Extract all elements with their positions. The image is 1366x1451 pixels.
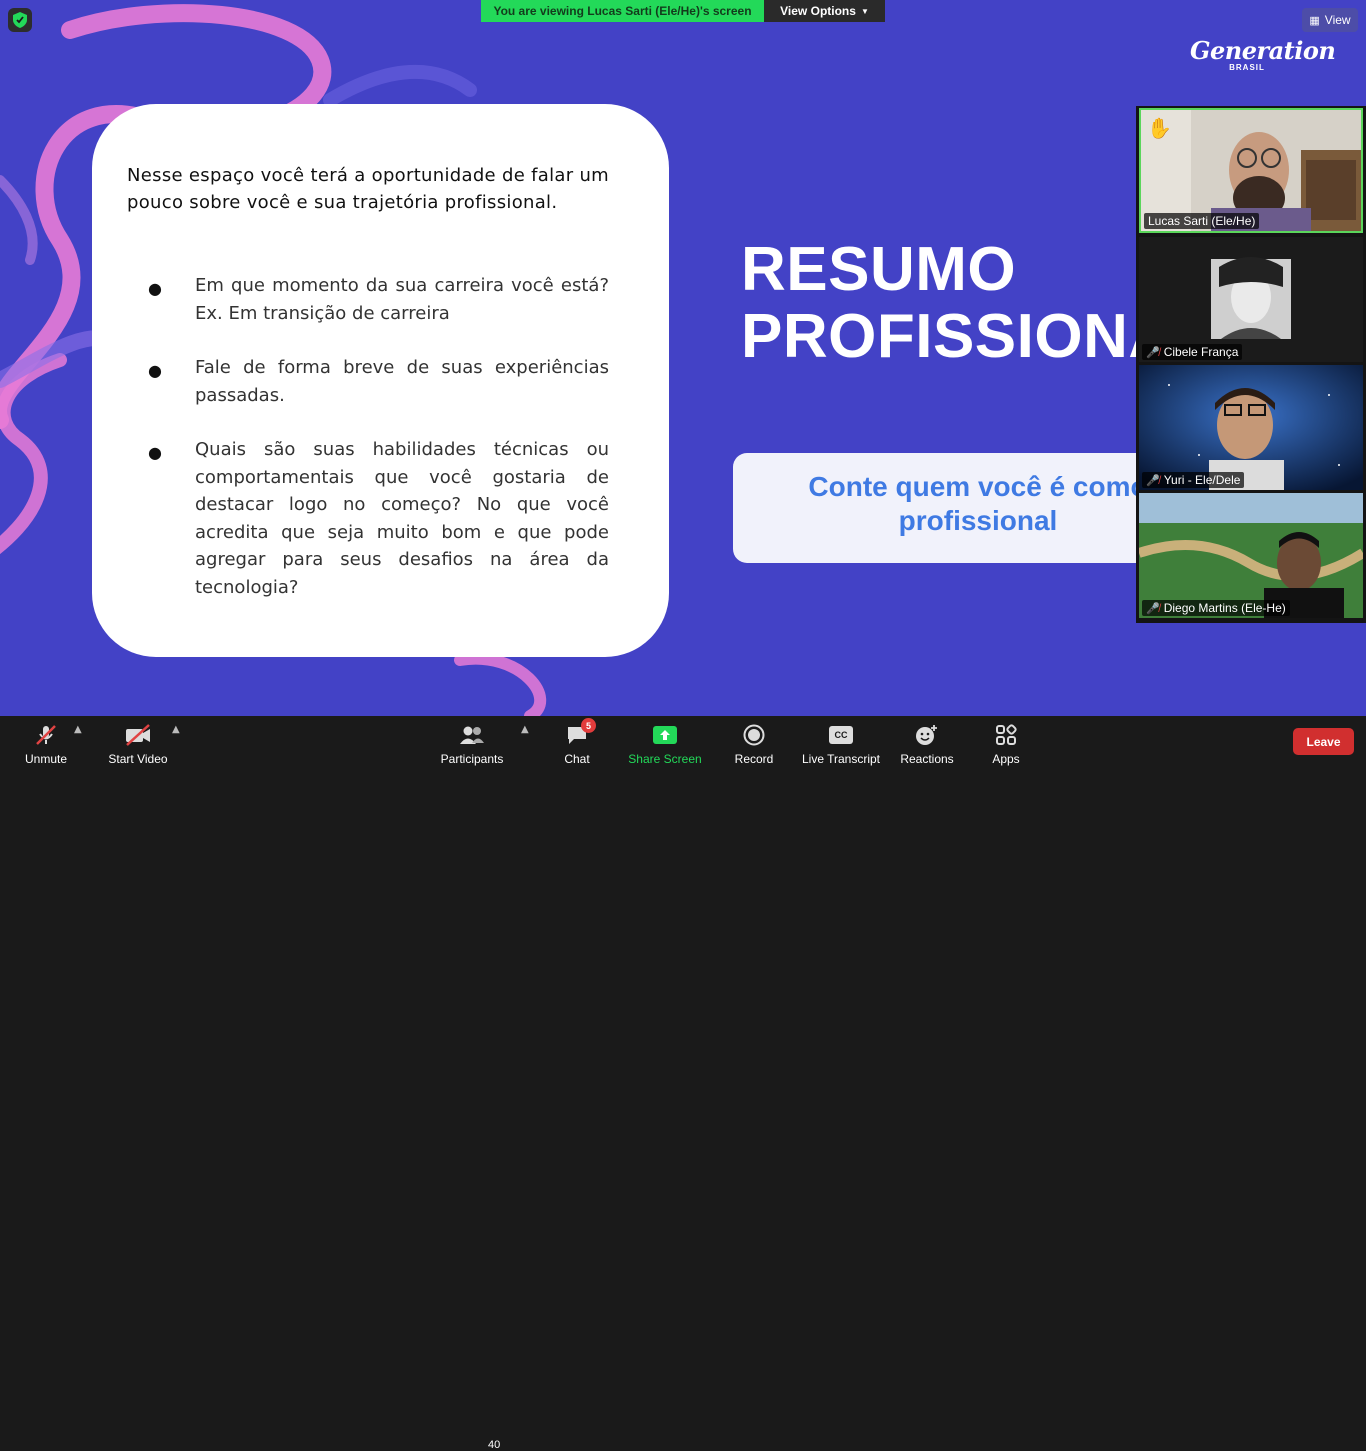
bullet-icon: ●: [148, 361, 162, 380]
reactions-button[interactable]: Reactions: [898, 720, 956, 766]
shared-screen: You are viewing Lucas Sarti (Ele/He)'s s…: [0, 0, 1366, 716]
slide-intro-text: Nesse espaço você terá a oportunidade de…: [127, 165, 609, 213]
live-transcript-label: Live Transcript: [801, 752, 881, 766]
chevron-up-icon[interactable]: ▲: [74, 724, 82, 735]
screen-share-banner: You are viewing Lucas Sarti (Ele/He)'s s…: [481, 0, 885, 22]
participants-label: Participants: [440, 752, 504, 766]
participant-name: 🎤̸ Cibele França: [1142, 344, 1243, 360]
chevron-up-icon[interactable]: ▲: [172, 724, 180, 735]
chat-label: Chat: [564, 752, 590, 766]
chevron-up-icon[interactable]: ▲: [521, 724, 529, 735]
share-screen-button[interactable]: Share Screen: [628, 720, 702, 766]
record-button[interactable]: Record: [733, 720, 775, 766]
bullet-icon: ●: [148, 443, 162, 462]
start-video-button[interactable]: Start Video: [104, 720, 172, 766]
video-tile[interactable]: 🎤̸ Diego Martins (Ele-He): [1139, 493, 1363, 618]
share-screen-label: Share Screen: [628, 752, 702, 766]
video-off-icon: [124, 721, 152, 749]
participant-name-text: Diego Martins (Ele-He): [1163, 601, 1286, 615]
reactions-label: Reactions: [900, 752, 954, 766]
mic-muted-icon: 🎤̸: [1146, 602, 1160, 615]
smiley-plus-icon: [914, 721, 940, 749]
raised-hand-icon: ✋: [1147, 116, 1172, 140]
video-tile[interactable]: 🎤̸ Yuri - Ele/Dele: [1139, 365, 1363, 490]
slide-text-card: Nesse espaço você terá a oportunidade de…: [92, 104, 669, 657]
mic-muted-icon: 🎤̸: [1146, 346, 1160, 359]
participants-icon: [458, 721, 486, 749]
grid-view-icon: ▦: [1309, 14, 1320, 27]
participants-count: 40: [488, 1439, 501, 1451]
slide-list-item: Em que momento da sua carreira você está…: [195, 275, 609, 324]
apps-button[interactable]: Apps: [988, 720, 1024, 766]
participant-name-text: Lucas Sarti (Ele/He): [1148, 214, 1256, 228]
video-tile[interactable]: ✋ Lucas Sarti (Ele/He): [1139, 108, 1363, 233]
generation-logo: Generation BRASIL: [1190, 36, 1336, 72]
record-icon: [743, 721, 765, 749]
unmute-label: Unmute: [24, 752, 68, 766]
security-shield-icon[interactable]: [8, 8, 32, 32]
view-options-label: View Options: [780, 4, 856, 18]
share-screen-icon: [652, 721, 678, 749]
mic-muted-icon: [34, 721, 58, 749]
view-button[interactable]: ▦ View: [1302, 8, 1358, 32]
view-options-button[interactable]: View Options ▼: [764, 0, 885, 22]
participant-name: 🎤̸ Diego Martins (Ele-He): [1142, 600, 1290, 616]
view-button-label: View: [1324, 13, 1351, 27]
participant-name: 🎤̸ Yuri - Ele/Dele: [1142, 472, 1245, 488]
start-video-label: Start Video: [108, 752, 168, 766]
leave-button[interactable]: Leave: [1293, 728, 1354, 755]
closed-captions-icon: CC: [829, 721, 853, 749]
participant-name: Lucas Sarti (Ele/He): [1144, 213, 1260, 229]
participant-name-text: Cibele França: [1163, 345, 1239, 359]
viewing-screen-text: You are viewing Lucas Sarti (Ele/He)'s s…: [481, 0, 764, 22]
apps-label: Apps: [992, 752, 1020, 766]
logo-main-text: Generation: [1190, 36, 1336, 65]
live-transcript-button[interactable]: CC Live Transcript: [800, 720, 882, 766]
meeting-toolbar: Unmute ▲ Start Video ▲ Participants 40 ▲…: [0, 716, 1366, 1451]
chat-unread-badge: 5: [581, 718, 596, 733]
unmute-button[interactable]: Unmute: [18, 720, 74, 766]
bullet-icon: ●: [148, 279, 162, 298]
cc-text: CC: [829, 726, 853, 744]
chevron-down-icon: ▼: [860, 6, 869, 16]
slide-list-item: Quais são suas habilidades técnicas ou c…: [195, 439, 609, 598]
apps-icon: [995, 721, 1017, 749]
record-label: Record: [734, 752, 774, 766]
video-gallery-panel: ✋ Lucas Sarti (Ele/He) 🎤̸ Cibele França: [1136, 106, 1366, 623]
slide-list-item: Fale de forma breve de suas experiências…: [195, 357, 609, 406]
video-tile[interactable]: 🎤̸ Cibele França: [1139, 237, 1363, 362]
participant-name-text: Yuri - Ele/Dele: [1163, 473, 1241, 487]
participants-button[interactable]: Participants: [440, 720, 504, 766]
mic-muted-icon: 🎤̸: [1146, 474, 1160, 487]
